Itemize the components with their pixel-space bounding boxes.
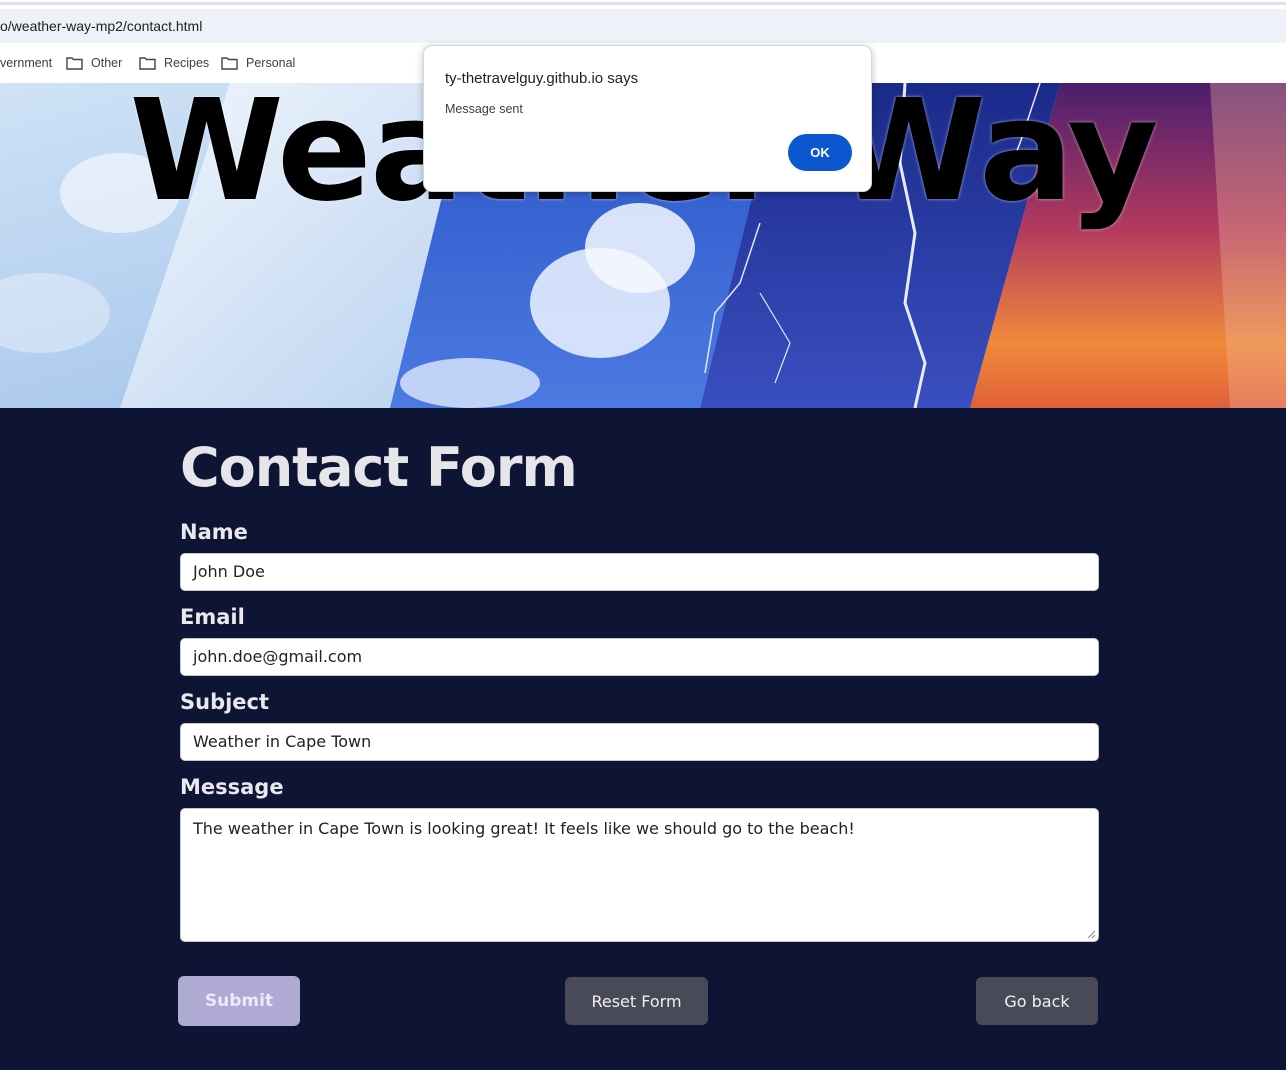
bookmark-label: Other [91,56,123,70]
message-label: Message [180,775,284,799]
bookmark-label: Recipes [164,56,210,70]
bookmark-other[interactable]: Other [66,43,122,83]
bookmark-label: vernment [0,56,53,70]
page-title: Contact Form [180,436,578,499]
resize-grip-icon[interactable] [1087,930,1096,939]
email-input[interactable]: john.doe@gmail.com [180,638,1099,676]
message-textarea[interactable]: The weather in Cape Town is looking grea… [180,808,1099,942]
subject-label: Subject [180,690,270,714]
dialog-message: Message sent [445,102,523,116]
bookmark-label: Personal [246,56,296,70]
subject-input[interactable]: Weather in Cape Town [180,723,1099,761]
browser-top-strip [0,0,1286,9]
address-url[interactable]: o/weather-way-mp2/contact.html [0,9,202,43]
bookmark-personal[interactable]: Personal [221,43,295,83]
bookmark-government[interactable]: vernment [0,43,52,83]
name-label: Name [180,520,248,544]
message-text: The weather in Cape Town is looking grea… [193,819,855,838]
tab-strip-divider [0,2,1286,5]
name-input[interactable]: John Doe [180,553,1099,591]
folder-icon [66,57,83,70]
email-label: Email [180,605,245,629]
bookmark-recipes[interactable]: Recipes [139,43,209,83]
submit-button[interactable]: Submit [178,976,300,1026]
folder-icon [139,57,156,70]
alert-dialog: ty-thetravelguy.github.io says Message s… [423,45,872,192]
dialog-ok-button[interactable]: OK [788,134,852,171]
dialog-title: ty-thetravelguy.github.io says [445,70,639,87]
reset-form-button[interactable]: Reset Form [565,977,708,1025]
go-back-button[interactable]: Go back [976,977,1098,1025]
folder-icon [221,57,238,70]
